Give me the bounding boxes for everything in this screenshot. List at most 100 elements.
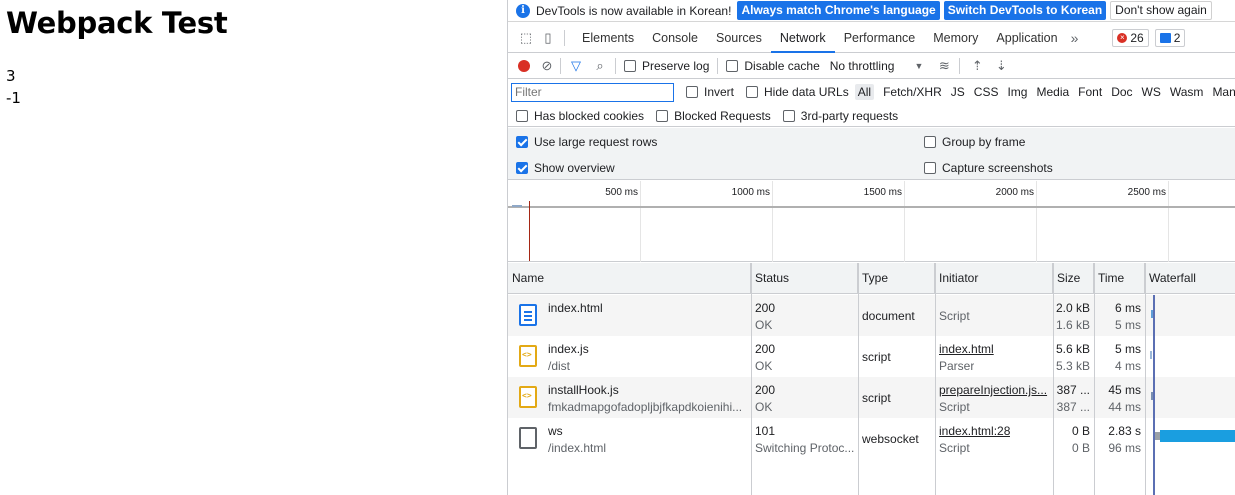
hide-data-urls-checkbox[interactable]: Hide data URLs — [746, 85, 849, 99]
network-settings-pane: Use large request rows Show overview Gro… — [508, 128, 1235, 180]
request-time: 6 ms — [1114, 301, 1141, 315]
info-icon: i — [516, 3, 530, 18]
table-row[interactable]: installHook.js fmkadmapgofadopljbjfkapdk… — [508, 377, 1235, 418]
column-initiator[interactable]: Initiator — [935, 263, 1053, 294]
request-size-resource: 0 B — [1071, 441, 1090, 455]
large-rows-checkbox[interactable]: Use large request rows — [516, 135, 657, 149]
group-by-frame-checkbox[interactable]: Group by frame — [924, 135, 1025, 149]
filter-icon[interactable]: ▽ — [569, 58, 583, 74]
request-size: 387 ... — [1056, 383, 1090, 397]
column-status[interactable]: Status — [751, 263, 858, 294]
type-filter-js[interactable]: JS — [948, 84, 968, 100]
throttling-select[interactable]: No throttling ▼ — [830, 59, 924, 73]
request-status-text: Switching Protoc... — [755, 441, 855, 455]
type-filter-doc[interactable]: Doc — [1108, 84, 1135, 100]
import-har-icon[interactable]: ⇡ — [970, 58, 984, 74]
request-size: 5.6 kB — [1055, 342, 1090, 356]
chevron-down-icon: ▼ — [914, 61, 924, 71]
network-toolbar: ⊘ ▽ ⌕ Preserve log Disable cache No thro… — [508, 54, 1235, 79]
type-filter-media[interactable]: Media — [1033, 84, 1072, 100]
requests-table-body: index.html 200 OK document Script 2.0 kB… — [508, 295, 1235, 495]
disable-cache-checkbox[interactable]: Disable cache — [726, 59, 820, 73]
request-initiator-type: Script — [939, 441, 970, 455]
initiator-link[interactable]: prepareInjection.js... — [939, 383, 1051, 397]
webpage: Webpack Test 3 -1 — [0, 0, 507, 495]
request-size: 0 B — [1071, 424, 1090, 438]
request-latency: 5 ms — [1114, 318, 1141, 332]
request-initiator-type: Parser — [939, 359, 975, 373]
request-size-resource: 1.6 kB — [1055, 318, 1090, 332]
network-conditions-icon[interactable]: ≋ — [937, 58, 951, 74]
tab-sources[interactable]: Sources — [707, 23, 771, 53]
request-type: script — [862, 391, 891, 405]
blocked-requests-checkbox[interactable]: Blocked Requests — [656, 109, 771, 123]
type-filter-css[interactable]: CSS — [971, 84, 1002, 100]
initiator-link[interactable]: index.html — [939, 342, 994, 356]
request-size-resource: 387 ... — [1056, 400, 1090, 414]
initiator-link[interactable]: index.html:28 — [939, 424, 1010, 438]
overview-tick: 500 ms — [605, 187, 638, 198]
request-type: document — [862, 309, 915, 323]
language-infobar: i DevTools is now available in Korean! A… — [508, 0, 1235, 22]
type-filter-all[interactable]: All — [854, 84, 875, 100]
tab-application[interactable]: Application — [987, 23, 1066, 53]
type-filter-manifest[interactable]: Manit — [1209, 84, 1235, 100]
invert-checkbox[interactable]: Invert — [686, 85, 734, 99]
table-row[interactable]: index.html 200 OK document Script 2.0 kB… — [508, 295, 1235, 336]
preserve-log-checkbox[interactable]: Preserve log — [624, 59, 709, 73]
column-time[interactable]: Time — [1094, 263, 1145, 294]
type-filter-font[interactable]: Font — [1075, 84, 1105, 100]
request-status-text: OK — [755, 318, 773, 332]
capture-screenshots-checkbox[interactable]: Capture screenshots — [924, 161, 1053, 175]
tab-network[interactable]: Network — [770, 23, 835, 53]
message-count-badge[interactable]: 2 — [1154, 28, 1186, 47]
tab-elements[interactable]: Elements — [573, 23, 643, 53]
request-status-text: OK — [755, 359, 773, 373]
request-size-resource: 5.3 kB — [1055, 359, 1090, 373]
requests-table-header: Name Status Type Initiator Size Time Wat… — [508, 263, 1235, 294]
tab-performance[interactable]: Performance — [835, 23, 925, 53]
type-filter-img[interactable]: Img — [1004, 84, 1030, 100]
match-language-button[interactable]: Always match Chrome's language — [737, 1, 940, 20]
column-size[interactable]: Size — [1053, 263, 1094, 294]
error-count-badge[interactable]: × 26 — [1112, 28, 1149, 47]
blocked-cookies-checkbox[interactable]: Has blocked cookies — [516, 109, 644, 123]
request-latency: 96 ms — [1108, 441, 1141, 455]
column-name[interactable]: Name — [508, 263, 751, 294]
request-time: 5 ms — [1114, 342, 1141, 356]
script-icon — [519, 345, 537, 367]
switch-korean-button[interactable]: Switch DevTools to Korean — [943, 1, 1107, 20]
request-status: 200 — [755, 301, 776, 315]
record-icon[interactable] — [518, 60, 530, 72]
more-tabs-icon[interactable]: » — [1071, 30, 1079, 46]
network-overview[interactable]: 500 ms 1000 ms 1500 ms 2000 ms 2500 ms — [508, 181, 1235, 262]
type-filter-ws[interactable]: WS — [1139, 84, 1164, 100]
request-status-text: OK — [755, 400, 773, 414]
table-row[interactable]: index.js /dist 200 OK script index.html … — [508, 336, 1235, 377]
search-icon[interactable]: ⌕ — [593, 58, 607, 74]
waterfall-bar — [1160, 430, 1235, 442]
inspect-element-icon[interactable]: ⬚ — [518, 30, 534, 46]
type-filter-wasm[interactable]: Wasm — [1167, 84, 1207, 100]
dont-show-again-button[interactable]: Don't show again — [1110, 1, 1212, 20]
device-toolbar-icon[interactable]: ▯ — [540, 30, 556, 46]
show-overview-checkbox[interactable]: Show overview — [516, 161, 615, 175]
request-type: script — [862, 350, 891, 364]
filter-input[interactable] — [511, 82, 674, 102]
tab-memory[interactable]: Memory — [924, 23, 987, 53]
request-initiator-type: Script — [939, 400, 970, 414]
column-type[interactable]: Type — [858, 263, 935, 294]
clear-icon[interactable]: ⊘ — [540, 58, 554, 74]
devtools-panel: i DevTools is now available in Korean! A… — [507, 0, 1235, 495]
overview-tick: 2000 ms — [995, 187, 1034, 198]
request-type: websocket — [862, 432, 919, 446]
third-party-checkbox[interactable]: 3rd-party requests — [782, 109, 898, 123]
request-path: /dist — [548, 359, 571, 373]
export-har-icon[interactable]: ⇣ — [994, 58, 1008, 74]
request-name: index.html — [548, 301, 603, 315]
error-icon: × — [1117, 32, 1128, 43]
tab-console[interactable]: Console — [643, 23, 707, 53]
column-waterfall[interactable]: Waterfall — [1145, 263, 1235, 294]
table-row[interactable]: ws /index.html 101 Switching Protoc... w… — [508, 418, 1235, 459]
type-filter-fetch[interactable]: Fetch/XHR — [880, 84, 945, 100]
